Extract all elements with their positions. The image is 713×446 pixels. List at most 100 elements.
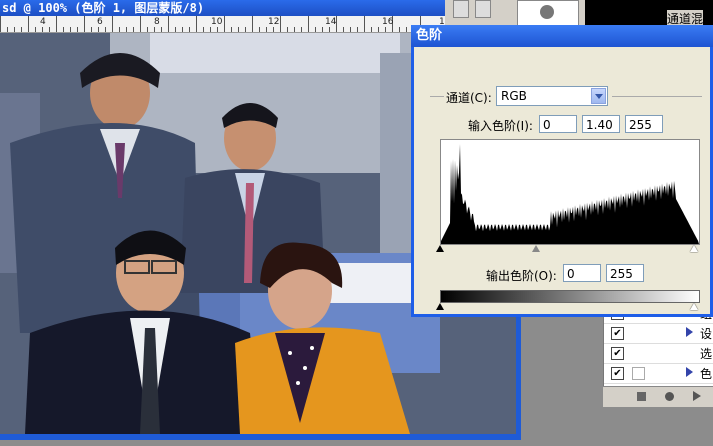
list-item[interactable]: ✔ 选 [604, 343, 713, 364]
ruler-tick [196, 16, 197, 32]
ruler-tick [350, 27, 351, 32]
channel-select[interactable]: RGB [496, 86, 608, 106]
list-item[interactable]: ✔ 色 [604, 363, 713, 384]
ruler-tick [7, 27, 8, 32]
channel-label: 通道(C): [446, 91, 492, 105]
ruler-tick [371, 27, 372, 32]
document-title-bar[interactable]: sd @ 100% (色阶 1, 图层蒙版/8) [0, 0, 521, 16]
ruler-tick [252, 16, 253, 32]
ruler-tick [14, 27, 15, 32]
ruler-tick [140, 16, 141, 32]
ruler-tick [91, 27, 92, 32]
channel-value: RGB [501, 89, 527, 103]
ruler-tick [182, 27, 183, 32]
ruler-tick [266, 27, 267, 32]
dialog-title: 色阶 [416, 28, 443, 43]
ruler-tick [28, 16, 29, 32]
ruler-tick [21, 27, 22, 32]
ruler-tick [161, 27, 162, 32]
stop-icon[interactable] [637, 392, 646, 401]
checkbox[interactable] [632, 367, 645, 380]
ruler-tick [70, 27, 71, 32]
ruler-tick [329, 27, 330, 32]
chevron-down-icon[interactable] [591, 88, 606, 104]
ruler-tick [322, 27, 323, 32]
output-white-slider[interactable] [690, 303, 698, 310]
histogram-graph [441, 144, 699, 244]
group-border [430, 96, 444, 97]
ruler-tick [63, 27, 64, 32]
ruler-tick [385, 27, 386, 32]
ruler-tick [294, 27, 295, 32]
ruler-tick [210, 27, 211, 32]
ruler-tick [308, 16, 309, 32]
ruler-tick [301, 27, 302, 32]
input-levels-label: 输入色阶(I): [468, 119, 533, 133]
levels-dialog: 色阶 通道(C): RGB 输入色阶(I): 0 1.40 255 输出色阶(O… [411, 25, 713, 317]
input-gamma-field[interactable]: 1.40 [582, 115, 620, 133]
ruler-tick [224, 16, 225, 32]
ruler-tick [0, 16, 1, 32]
ruler-tick [175, 27, 176, 32]
input-white-slider[interactable] [690, 245, 698, 252]
output-white-field[interactable]: 255 [606, 264, 644, 282]
input-black-slider[interactable] [436, 245, 444, 252]
ruler-tick [147, 27, 148, 32]
ruler-tick [105, 27, 106, 32]
ruler-label: 16 [382, 17, 394, 27]
ruler-tick [231, 27, 232, 32]
expand-triangle-icon[interactable] [686, 367, 693, 377]
ruler-tick [357, 27, 358, 32]
ruler-label: 10 [211, 17, 223, 27]
ruler-tick [217, 27, 218, 32]
ruler-tick [133, 27, 134, 32]
expand-triangle-icon[interactable] [686, 327, 693, 337]
ruler-tick [364, 16, 365, 32]
ruler-tick [287, 27, 288, 32]
play-icon[interactable] [693, 391, 701, 401]
ruler-label: 8 [154, 17, 160, 27]
dialog-body: 通道(C): RGB 输入色阶(I): 0 1.40 255 输出色阶(O): … [414, 47, 710, 314]
ruler-tick [49, 27, 50, 32]
input-black-field[interactable]: 0 [539, 115, 577, 133]
thumbnail-preview [517, 0, 579, 26]
top-palette: 通道混 [445, 0, 713, 27]
ruler-tick [168, 16, 169, 32]
ruler-tick [238, 27, 239, 32]
checkbox[interactable]: ✔ [611, 327, 624, 340]
histogram [440, 139, 700, 245]
ruler-tick [259, 27, 260, 32]
palette-swatch[interactable] [453, 0, 469, 18]
ruler-tick [280, 16, 281, 32]
ruler-tick [119, 27, 120, 32]
ruler-tick [84, 16, 85, 32]
ruler-label: 12 [268, 17, 280, 27]
ruler-tick [42, 27, 43, 32]
ruler-tick [378, 27, 379, 32]
ruler-tick [203, 27, 204, 32]
record-icon[interactable] [665, 392, 674, 401]
ruler-tick [406, 27, 407, 32]
checkbox[interactable]: ✔ [611, 347, 624, 360]
output-black-slider[interactable] [436, 303, 444, 310]
checkbox[interactable]: ✔ [611, 367, 624, 380]
ruler-tick [343, 27, 344, 32]
dialog-title-bar[interactable]: 色阶 [411, 25, 713, 47]
ruler-tick [77, 27, 78, 32]
document-title: sd @ 100% (色阶 1, 图层蒙版/8) [2, 1, 205, 15]
palette-swatch[interactable] [475, 0, 491, 18]
ruler-tick [399, 27, 400, 32]
layers-toolbar [603, 386, 713, 407]
ruler-tick [245, 27, 246, 32]
histogram-area [441, 144, 699, 244]
ruler-label: 4 [40, 17, 46, 27]
eye-icon [540, 5, 554, 19]
list-item[interactable]: ✔ 设 [604, 323, 713, 344]
output-black-field[interactable]: 0 [563, 264, 601, 282]
ruler-tick [315, 27, 316, 32]
ruler-label: 6 [97, 17, 103, 27]
group-border [612, 96, 702, 97]
input-white-field[interactable]: 255 [625, 115, 663, 133]
input-gamma-slider[interactable] [532, 245, 540, 252]
ruler-tick [154, 27, 155, 32]
